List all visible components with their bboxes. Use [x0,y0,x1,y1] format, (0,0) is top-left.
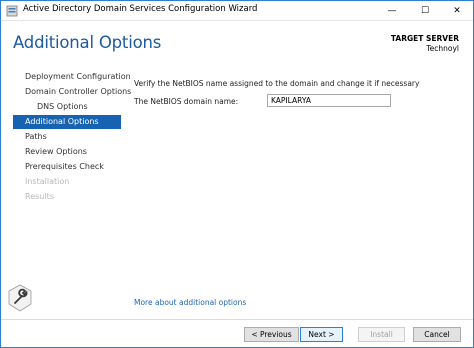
title-bar[interactable]: Active Directory Domain Services Configu… [1,1,473,21]
nav-item-review-options[interactable]: Review Options [13,145,121,159]
page-title: Additional Options [13,33,162,52]
netbios-label: The NetBIOS domain name: [134,97,239,106]
more-about-additional-options-link[interactable]: More about additional options [134,298,246,307]
next-button[interactable]: Next > [300,327,343,342]
target-server-label: TARGET SERVER [390,34,459,43]
wrench-logo-icon [8,284,32,312]
close-button[interactable]: ✕ [441,1,473,20]
window-title: Active Directory Domain Services Configu… [23,4,258,14]
nav-item-results: Results [25,192,54,201]
maximize-button[interactable]: ☐ [409,1,441,20]
minimize-button[interactable]: — [376,1,408,20]
nav-item-domain-controller-options[interactable]: Domain Controller Options [13,85,131,99]
server-manager-icon [6,5,18,17]
target-server-name: Technoyl [426,44,459,53]
install-button: Install [358,327,405,342]
nav-item-prerequisites-check[interactable]: Prerequisites Check [13,160,121,174]
wizard-window: Active Directory Domain Services Configu… [0,0,474,348]
netbios-name-input[interactable] [267,94,391,107]
previous-button[interactable]: < Previous [244,327,299,342]
wizard-footer: < Previous Next > Install Cancel [1,319,473,347]
nav-item-installation: Installation [25,177,70,186]
instructions-text: Verify the NetBIOS name assigned to the … [134,79,420,88]
cancel-button[interactable]: Cancel [413,327,461,342]
nav-item-paths[interactable]: Paths [13,130,121,144]
nav-item-dns-options[interactable]: DNS Options [13,100,121,114]
nav-item-additional-options[interactable]: Additional Options [13,115,121,129]
nav-item-deployment-configuration[interactable]: Deployment Configuration [13,70,131,84]
